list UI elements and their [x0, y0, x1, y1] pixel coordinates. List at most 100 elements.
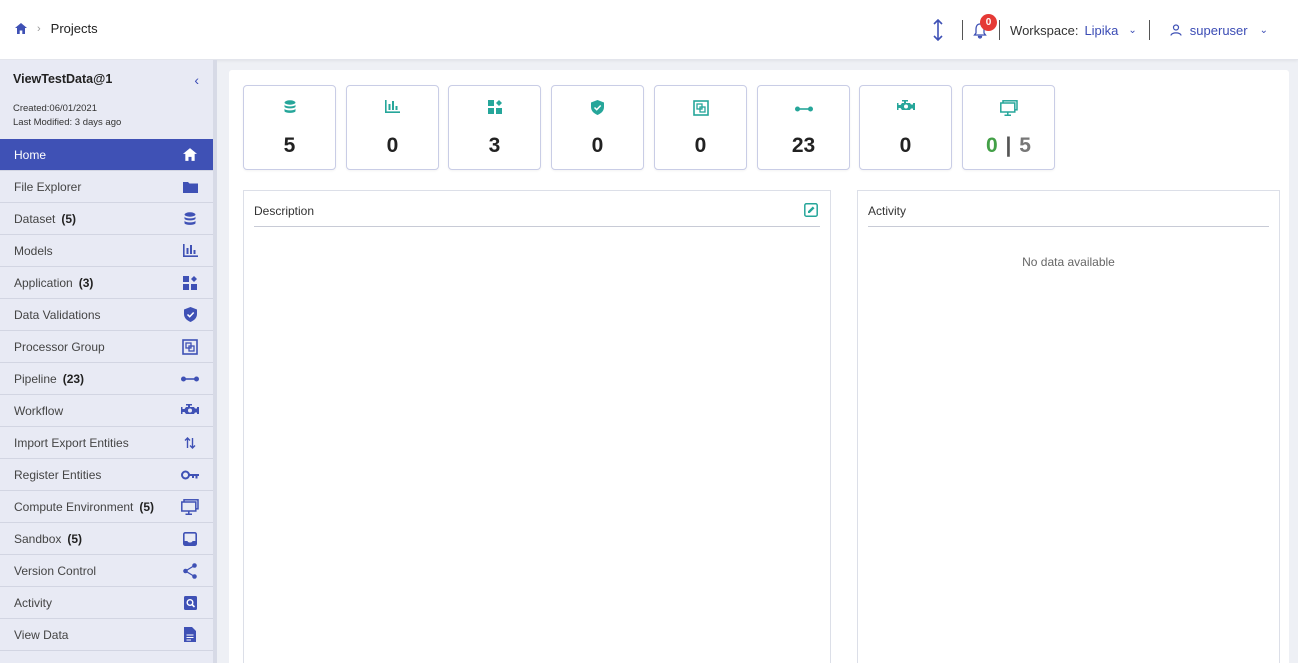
sidebar-item-dataset[interactable]: Dataset (5) [0, 203, 213, 235]
stat-card-processor-group[interactable]: 0 [654, 85, 747, 170]
sidebar-item-activity[interactable]: Activity [0, 587, 213, 619]
database-icon [181, 210, 199, 228]
breadcrumb-chevron-icon: › [37, 22, 41, 35]
processor-group-icon [655, 100, 746, 116]
divider [999, 20, 1001, 40]
workflow-icon [181, 402, 199, 420]
sidebar-item-label: Home [14, 147, 47, 162]
stat-value: 0 | 5 [963, 134, 1054, 158]
sidebar-item-label: Import Export Entities [14, 435, 129, 450]
pipeline-icon [758, 105, 849, 113]
sidebar-item-label: Workflow [14, 403, 64, 418]
divider [254, 226, 820, 227]
sidebar-item-label: Dataset [14, 211, 56, 226]
stat-value: 0 [386, 134, 399, 157]
bar-chart-icon [181, 242, 199, 260]
sidebar-item-label: Register Entities [14, 467, 102, 482]
activity-title: Activity [868, 204, 907, 218]
workspace-label: Workspace: [1010, 22, 1079, 38]
description-panel: Description [243, 190, 831, 663]
database-icon [244, 100, 335, 114]
sidebar-item-label: Models [14, 243, 53, 258]
stat-card-dataset[interactable]: 5 [243, 85, 336, 170]
user-menu[interactable]: superuser ⌄ [1170, 23, 1268, 38]
username: superuser [1189, 22, 1248, 38]
stat-value: 0 [694, 134, 707, 157]
sidebar-item-label: Data Validations [14, 307, 101, 322]
sidebar-item-view-data[interactable]: View Data [0, 619, 213, 651]
sidebar-item-label: Version Control [14, 563, 97, 578]
stat-card-application[interactable]: 3 [448, 85, 541, 170]
sidebar-item-pipeline[interactable]: Pipeline (23) [0, 363, 213, 395]
stat-card-workflow[interactable]: 0 [859, 85, 952, 170]
sidebar-item-label: View Data [14, 627, 69, 642]
sidebar-item-count: (5) [67, 531, 83, 546]
sidebar-item-label: Compute Environment [14, 499, 134, 514]
workspace-select[interactable]: Lipika [1084, 23, 1118, 38]
stat-value-separator: | [1005, 134, 1012, 157]
notifications-button[interactable]: 0 [973, 14, 998, 40]
stat-card-pipeline[interactable]: 23 [757, 85, 850, 170]
empty-state-text: No data available [1022, 255, 1115, 269]
sidebar-item-label: Sandbox [14, 531, 62, 546]
stat-value: 5 [283, 134, 296, 157]
top-header: › Projects 0 Workspace: Lipika ⌄ superus… [0, 0, 1298, 60]
sidebar-item-register-entities[interactable]: Register Entities [0, 459, 213, 491]
header-actions: 0 Workspace: Lipika ⌄ superuser ⌄ [932, 14, 1268, 46]
monitor-icon [963, 100, 1054, 116]
activity-panel: Activity No data available [857, 190, 1280, 663]
description-title: Description [254, 204, 315, 218]
sidebar-nav: Home File Explorer Dataset (5) Models App… [0, 139, 213, 651]
sidebar-item-models[interactable]: Models [0, 235, 213, 267]
import-export-icon [181, 434, 199, 452]
stat-value-active: 0 [986, 134, 998, 157]
sidebar-item-version-control[interactable]: Version Control [0, 555, 213, 587]
sidebar-item-file-explorer[interactable]: File Explorer [0, 171, 213, 203]
project-meta: Created:06/01/2021 Last Modified: 3 days… [13, 102, 200, 130]
notification-count-badge: 0 [980, 14, 998, 31]
workflow-icon [860, 100, 951, 113]
main-content: 5 0 3 0 0 23 0 0 | 5 Description Activit… [229, 70, 1289, 663]
collapse-chevron-icon[interactable]: ‹ [194, 72, 199, 88]
folder-icon [181, 178, 199, 196]
chevron-down-icon[interactable]: ⌄ [1128, 25, 1136, 36]
sidebar-item-count: (5) [139, 499, 155, 514]
sidebar-item-workflow[interactable]: Workflow [0, 395, 213, 427]
edit-icon[interactable] [804, 203, 818, 222]
sidebar-item-home[interactable]: Home [0, 139, 213, 171]
chevron-down-icon[interactable]: ⌄ [1260, 25, 1268, 36]
pipeline-icon [181, 370, 199, 388]
home-icon[interactable] [15, 23, 27, 34]
stat-value-total: 5 [1019, 134, 1031, 157]
stat-card-data-validations[interactable]: 0 [551, 85, 644, 170]
sidebar-item-import-export-entities[interactable]: Import Export Entities [0, 427, 213, 459]
stat-value: 3 [488, 134, 501, 157]
stat-value: 0 [899, 134, 912, 157]
project-last-modified: Last Modified: 3 days ago [13, 117, 122, 128]
sidebar-item-label: Activity [14, 595, 53, 610]
resize-vertical-icon[interactable] [932, 19, 944, 41]
stat-card-compute-environment[interactable]: 0 | 5 [962, 85, 1055, 170]
inbox-icon [181, 530, 199, 548]
sidebar-item-sandbox[interactable]: Sandbox (5) [0, 523, 213, 555]
sidebar-item-data-validations[interactable]: Data Validations [0, 299, 213, 331]
breadcrumb: › Projects [15, 21, 98, 36]
project-created: Created:06/01/2021 [13, 103, 97, 114]
widgets-icon [449, 100, 540, 114]
sidebar: ViewTestData@1 ‹ Created:06/01/2021 Last… [0, 60, 217, 663]
shield-check-icon [181, 306, 199, 324]
divider [1148, 20, 1150, 40]
sidebar-item-application[interactable]: Application (3) [0, 267, 213, 299]
sidebar-item-count: (23) [62, 371, 85, 386]
document-icon [181, 626, 199, 644]
processor-group-icon [181, 338, 199, 356]
sidebar-item-processor-group[interactable]: Processor Group [0, 331, 213, 363]
stat-card-models[interactable]: 0 [346, 85, 439, 170]
sidebar-item-compute-environment[interactable]: Compute Environment (5) [0, 491, 213, 523]
stat-value: 0 [591, 134, 604, 157]
sidebar-item-label: File Explorer [14, 179, 82, 194]
monitor-icon [181, 498, 199, 516]
project-header: ViewTestData@1 ‹ Created:06/01/2021 Last… [0, 60, 213, 139]
breadcrumb-current: Projects [50, 21, 98, 36]
share-icon [181, 562, 199, 580]
